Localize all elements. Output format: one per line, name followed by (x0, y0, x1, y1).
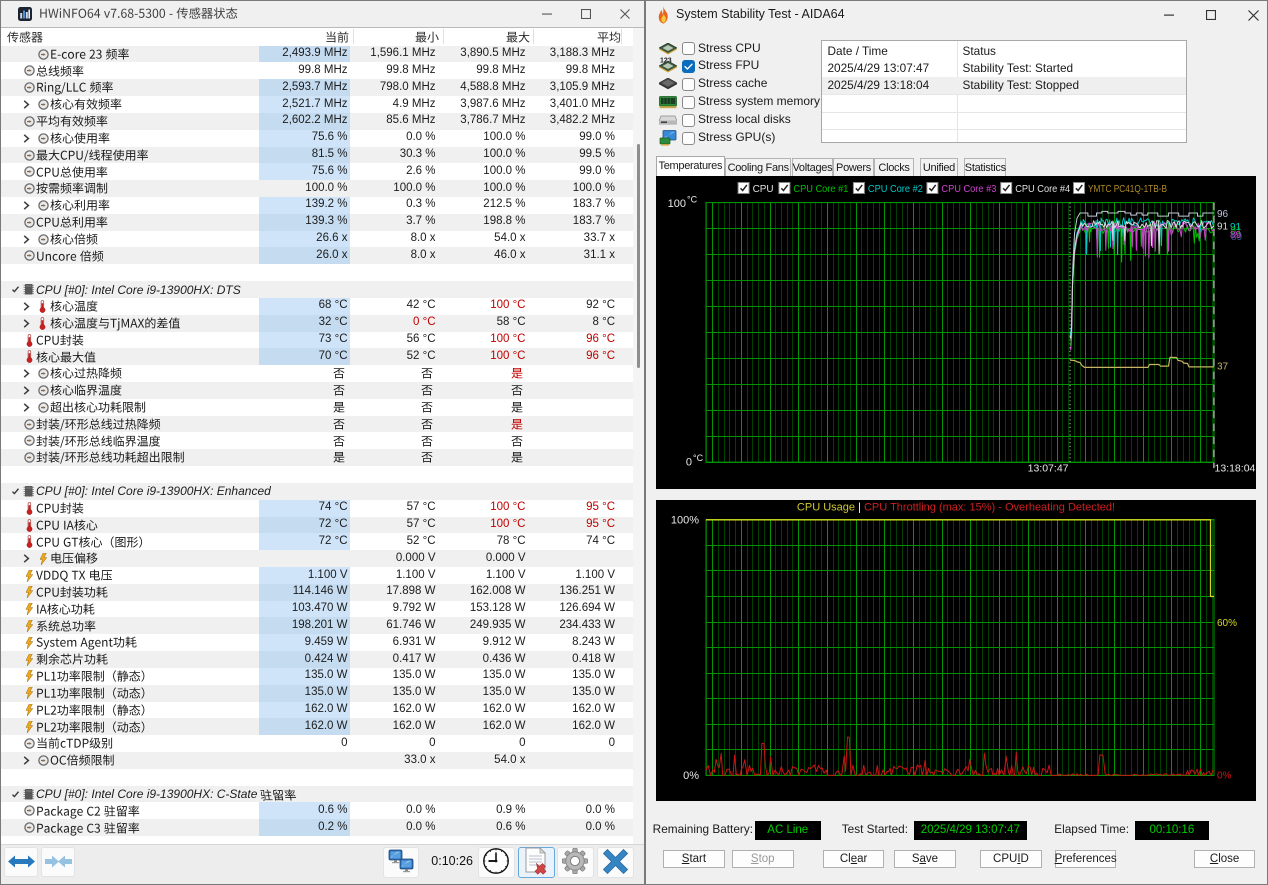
svg-text:0%: 0% (1217, 770, 1232, 781)
svg-text:0%: 0% (683, 770, 699, 782)
svg-text:CPU Usage | CPU Throttling (: CPU Usage | CPU Throttling (max: 15%) - … (797, 502, 1115, 514)
svg-text:100: 100 (668, 198, 686, 210)
svg-text:°C: °C (693, 453, 704, 463)
svg-text:100%: 100% (671, 515, 699, 527)
svg-text:91: 91 (1217, 221, 1229, 232)
svg-text:CPU Core #2: CPU Core #2 (868, 183, 923, 195)
svg-text:0: 0 (686, 456, 692, 468)
svg-text:°C: °C (687, 194, 698, 204)
svg-text:37: 37 (1217, 361, 1229, 372)
svg-text:96: 96 (1217, 209, 1229, 220)
svg-text:13:07:47: 13:07:47 (1028, 462, 1069, 474)
svg-text:13:18:04: 13:18:04 (1215, 462, 1256, 474)
svg-text:CPU Core #3: CPU Core #3 (941, 183, 996, 195)
svg-text:CPU Core #4: CPU Core #4 (1015, 183, 1070, 195)
svg-text:60%: 60% (1217, 618, 1237, 629)
svg-text:CPU Core #1: CPU Core #1 (793, 183, 848, 195)
svg-text:CPU: CPU (753, 183, 774, 195)
svg-text:89: 89 (1231, 232, 1243, 243)
svg-text:YMTC PC41Q-1TB-B: YMTC PC41Q-1TB-B (1088, 183, 1167, 195)
